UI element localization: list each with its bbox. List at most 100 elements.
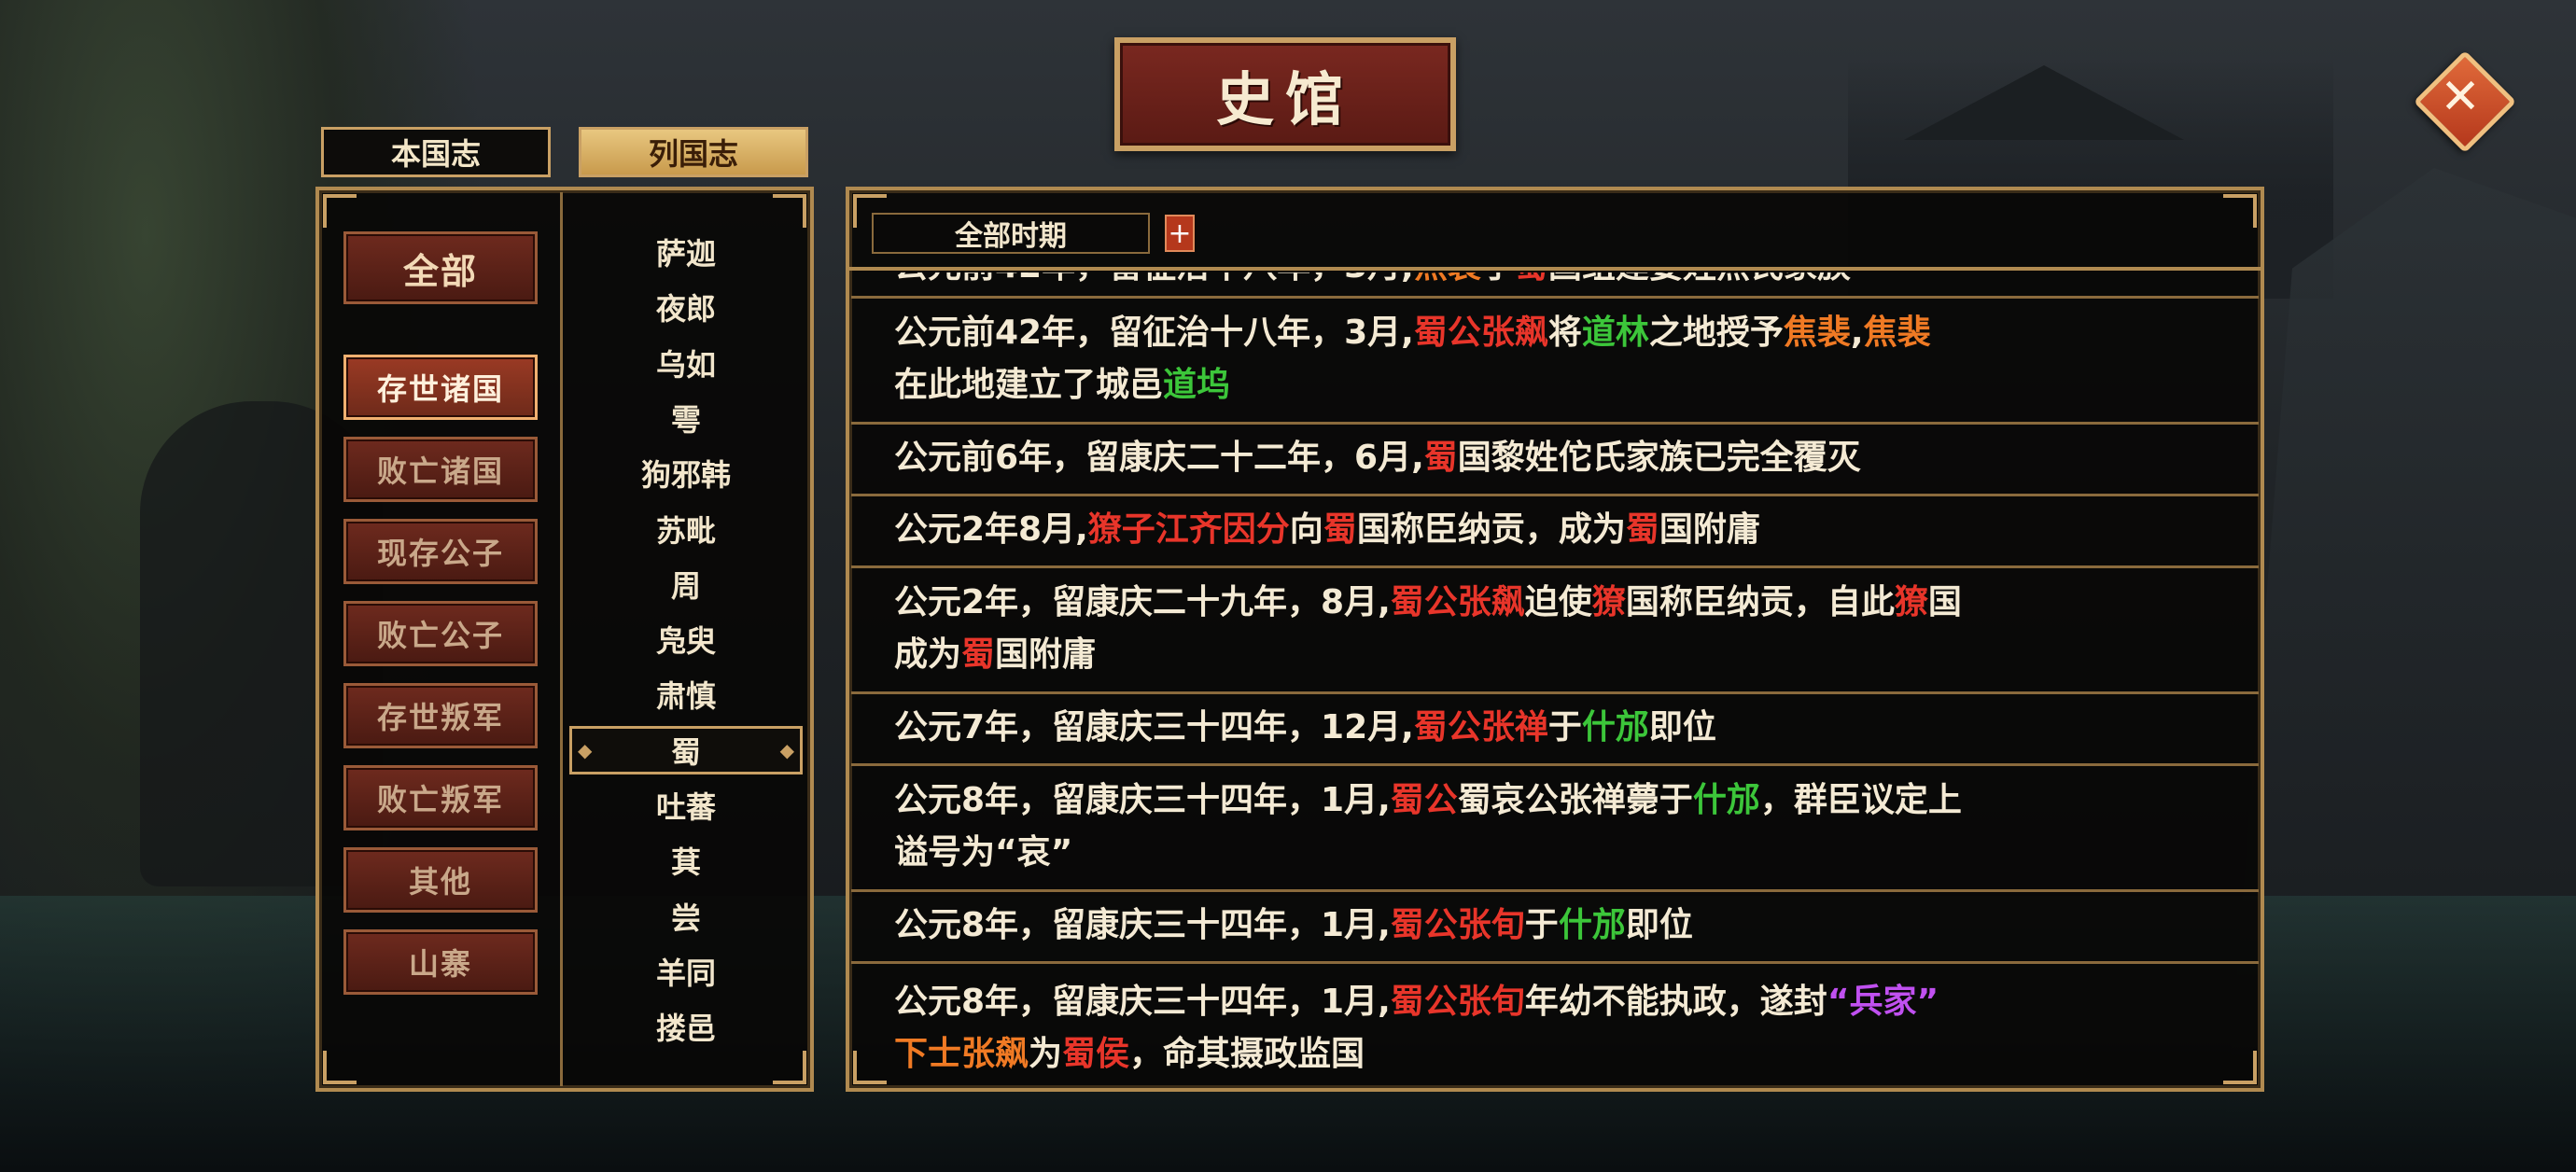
country-item[interactable]: 萨迦 bbox=[569, 228, 803, 276]
plain-text: 公元2年8月, bbox=[894, 509, 1088, 549]
plain-text: 蜀哀公张禅薨于 bbox=[1457, 780, 1693, 819]
tab-lieguo[interactable]: 列国志 bbox=[579, 127, 808, 177]
country-item[interactable]: 吐蕃 bbox=[569, 781, 803, 830]
highlight-text: 蜀公张禅 bbox=[1413, 707, 1548, 746]
highlight-text: 獠子江齐因分 bbox=[1087, 509, 1290, 549]
event-row: 公元8年，留康庆三十四年，1月,蜀公蜀哀公张禅薨于什邡，群臣议定上 谥号为“哀” bbox=[851, 763, 2259, 886]
highlight-text: 蜀公张旬 bbox=[1390, 982, 1525, 1021]
page-title-plaque: 史馆 bbox=[1114, 37, 1456, 151]
highlight-text: 道坞 bbox=[1163, 365, 1231, 404]
category-button[interactable]: 败亡公子 bbox=[343, 601, 538, 666]
plain-text: 公元前42年，留征治十八年，3月, bbox=[894, 313, 1414, 352]
category-button[interactable]: 山寨 bbox=[343, 929, 538, 995]
header-divider bbox=[849, 267, 2261, 271]
highlight-text: 蜀 bbox=[1323, 509, 1357, 549]
corner-ornament bbox=[323, 194, 357, 228]
category-button[interactable]: 败亡诸国 bbox=[343, 437, 538, 502]
event-row: 公元7年，留康庆三十四年，12月,蜀公张禅于什邡即位 bbox=[851, 691, 2259, 760]
highlight-text: 蜀公张飙 bbox=[1390, 582, 1525, 621]
event-text: 公元2年8月,獠子江齐因分向蜀国称臣纳贡，成为蜀国附庸 bbox=[894, 504, 1760, 556]
category-button[interactable]: 其他 bbox=[343, 847, 538, 913]
plain-text: 公元8年，留康庆三十四年，1月, bbox=[894, 982, 1391, 1021]
event-text: 公元8年，留康庆三十四年，1月,蜀公张旬于什邡即位 bbox=[894, 900, 1693, 952]
highlight-text: 什邡 bbox=[1581, 707, 1649, 746]
country-item[interactable]: 狗邪韩 bbox=[569, 449, 803, 497]
country-item[interactable]: 搂邑 bbox=[569, 1002, 803, 1051]
plain-text: 向 bbox=[1289, 509, 1323, 549]
plain-text: 国称臣纳贡，自此 bbox=[1625, 582, 1895, 621]
page-title: 史馆 bbox=[1215, 65, 1354, 133]
plain-text: 于 bbox=[1481, 272, 1515, 286]
close-button[interactable]: ✕ bbox=[2413, 49, 2517, 154]
plain-text: 公元8年，留康庆三十四年，1月, bbox=[894, 780, 1391, 819]
country-item[interactable]: 萁 bbox=[569, 836, 803, 885]
event-row: 公元8年，留康庆三十四年，1月,蜀公张旬于什邡即位 bbox=[851, 889, 2259, 958]
plain-text: 国附庸 bbox=[1659, 509, 1760, 549]
plain-text: 于 bbox=[1524, 905, 1559, 944]
country-item[interactable]: 凫臾 bbox=[569, 615, 803, 663]
corner-ornament bbox=[773, 1051, 806, 1084]
event-text: 公元前42年，留征治十八年，3月,蜀公张飙将道林之地授予焦裴,焦裴 在此地建立了… bbox=[894, 307, 1931, 412]
tab-benguo[interactable]: 本国志 bbox=[321, 127, 551, 177]
event-row: 公元8年，留康庆三十四年，1月,蜀公张旬年幼不能执政，遂封“兵家” 下士张飙为蜀… bbox=[851, 961, 2259, 1086]
plain-text: 公元前6年，留康庆二十二年，6月, bbox=[894, 438, 1424, 477]
highlight-text: 蜀侯 bbox=[1062, 1034, 1130, 1073]
corner-ornament bbox=[2223, 194, 2257, 228]
corner-ornament bbox=[323, 1051, 357, 1084]
country-item[interactable]: 乌如 bbox=[569, 339, 803, 387]
plain-text: 于 bbox=[1547, 707, 1582, 746]
highlight-text: 焦裴 bbox=[1414, 272, 1481, 286]
country-item[interactable]: 夜郎 bbox=[569, 283, 803, 331]
highlight-text: 獠 bbox=[1591, 582, 1626, 621]
plain-text: , bbox=[1850, 313, 1864, 352]
country-item[interactable]: 肃慎 bbox=[569, 670, 803, 719]
plain-text: 即位 bbox=[1625, 905, 1693, 944]
category-button[interactable]: 存世诸国 bbox=[343, 355, 538, 420]
plain-text: 之地授予 bbox=[1648, 313, 1784, 352]
event-row: 公元前42年，留征治十八年，3月,蜀公张飙将道林之地授予焦裴,焦裴 在此地建立了… bbox=[851, 296, 2259, 419]
highlight-text: 蜀公张旬 bbox=[1390, 905, 1525, 944]
country-item[interactable]: 蜀 bbox=[569, 725, 803, 774]
highlight-text: 蜀 bbox=[1515, 272, 1548, 286]
plain-text: 国组建姜姓焦氏家族 bbox=[1548, 272, 1851, 286]
highlight-text: 獠 bbox=[1894, 582, 1928, 621]
highlight-text: 什邡 bbox=[1558, 905, 1626, 944]
category-button[interactable]: 现存公子 bbox=[343, 519, 538, 584]
event-text: 公元前6年，留康庆二十二年，6月,蜀国黎姓佗氏家族已完全覆灭 bbox=[894, 432, 1861, 484]
background-mountain bbox=[2221, 168, 2576, 1172]
country-item[interactable]: 周 bbox=[569, 560, 803, 608]
plain-text: 国附庸 bbox=[995, 635, 1097, 674]
event-row: 公元前6年，留康庆二十二年，6月,蜀国黎姓佗氏家族已完全覆灭 bbox=[851, 422, 2259, 491]
panel-divider bbox=[560, 192, 563, 1086]
event-row: 公元2年8月,獠子江齐因分向蜀国称臣纳贡，成为蜀国附庸 bbox=[851, 494, 2259, 563]
close-icon: ✕ bbox=[2440, 69, 2481, 125]
event-row: 公元前42年，留征治十八年，3月,焦裴于蜀国组建姜姓焦氏家族 bbox=[851, 272, 2259, 293]
category-all-button[interactable]: 全部 bbox=[343, 231, 538, 304]
event-list[interactable]: 公元前42年，留征治十八年，3月,焦裴于蜀国组建姜姓焦氏家族公元前42年，留征治… bbox=[851, 272, 2259, 1086]
highlight-text: 蜀公张飙 bbox=[1413, 313, 1548, 352]
plain-text: 即位 bbox=[1648, 707, 1716, 746]
corner-ornament bbox=[773, 194, 806, 228]
country-item[interactable]: 尝 bbox=[569, 892, 803, 941]
period-select[interactable]: 全部时期 bbox=[872, 213, 1150, 254]
category-button[interactable]: 败亡叛军 bbox=[343, 765, 538, 830]
event-text: 公元8年，留康庆三十四年，1月,蜀公蜀哀公张禅薨于什邡，群臣议定上 谥号为“哀” bbox=[894, 774, 1962, 879]
highlight-text: 什邡 bbox=[1692, 780, 1760, 819]
highlight-text: “兵家” bbox=[1827, 982, 1939, 1021]
highlight-text: 道林 bbox=[1581, 313, 1649, 352]
highlight-text: 焦裴 bbox=[1783, 313, 1851, 352]
category-button[interactable]: 存世叛军 bbox=[343, 683, 538, 748]
country-item[interactable]: 雩 bbox=[569, 394, 803, 442]
plain-text: 迫使 bbox=[1524, 582, 1592, 621]
plain-text: 国黎姓佗氏家族已完全覆灭 bbox=[1457, 438, 1861, 477]
plain-text: 公元2年，留康庆二十九年，8月, bbox=[894, 582, 1391, 621]
highlight-text: 蜀公 bbox=[1390, 780, 1458, 819]
highlight-text: 蜀 bbox=[1625, 509, 1659, 549]
plain-text: 国称臣纳贡，成为 bbox=[1356, 509, 1626, 549]
country-item[interactable]: 羊同 bbox=[569, 947, 803, 996]
period-expand-button[interactable]: + bbox=[1165, 215, 1195, 252]
plain-text: ，命其摄政监国 bbox=[1129, 1034, 1365, 1073]
plain-text: 年幼不能执政，遂封 bbox=[1524, 982, 1827, 1021]
plain-text: 公元前42年，留征治十八年，3月, bbox=[894, 272, 1414, 286]
country-item[interactable]: 苏毗 bbox=[569, 505, 803, 553]
